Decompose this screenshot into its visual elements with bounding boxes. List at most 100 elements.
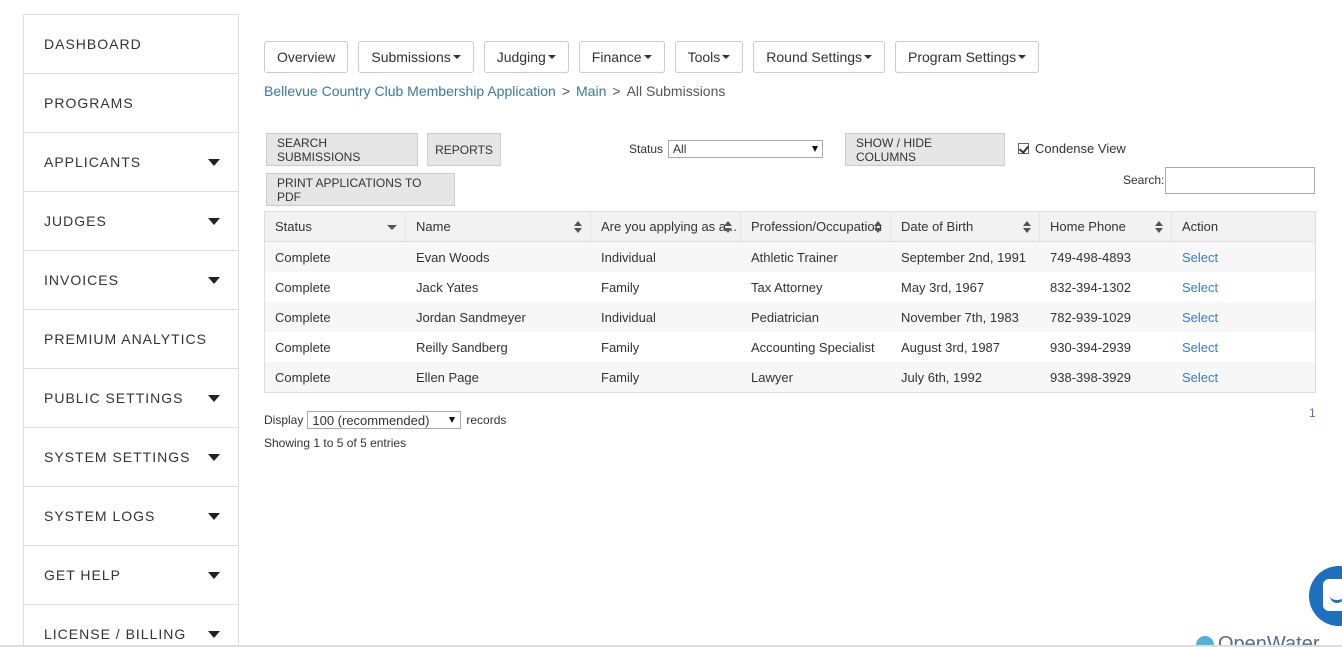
sidebar-item-invoices[interactable]: INVOICES xyxy=(24,251,238,310)
select-link[interactable]: Select xyxy=(1182,280,1218,295)
table-body: Complete Evan Woods Individual Athletic Tra… xyxy=(265,242,1315,392)
sort-icon xyxy=(724,221,732,233)
show-hide-columns-button[interactable]: SHOW / HIDE COLUMNS xyxy=(845,133,1005,166)
column-header-home-phone[interactable]: Home Phone xyxy=(1040,212,1172,241)
reports-button[interactable]: REPORTS xyxy=(427,133,501,166)
breadcrumb: Bellevue Country Club Membership Applica… xyxy=(264,83,726,99)
caret-down-icon xyxy=(208,571,220,579)
table-cell: 832-394-1302 xyxy=(1050,279,1131,295)
caret-down-icon xyxy=(1018,55,1027,59)
sidebar-item-dashboard[interactable]: DASHBOARD xyxy=(24,15,238,74)
select-link[interactable]: Select xyxy=(1182,310,1218,325)
table-cell: November 7th, 1983 xyxy=(901,309,1019,325)
column-header-applying-as[interactable]: Are you applying as a... xyxy=(591,212,741,241)
condense-view-checkbox[interactable] xyxy=(1018,143,1029,154)
table-cell: 782-939-1029 xyxy=(1050,309,1131,325)
sidebar-item-license-billing[interactable]: LICENSE / BILLING xyxy=(24,605,238,647)
select-link[interactable]: Select xyxy=(1182,250,1218,265)
table-row: Complete Evan Woods Individual Athletic Tra… xyxy=(265,242,1315,272)
caret-down-icon xyxy=(208,217,220,225)
round-settings-menu-button[interactable]: Round Settings xyxy=(753,41,886,73)
sort-icon xyxy=(1023,221,1031,233)
sidebar-item-system-logs[interactable]: SYSTEM LOGS xyxy=(24,487,238,546)
sidebar-item-get-help[interactable]: GET HELP xyxy=(24,546,238,605)
caret-down-icon xyxy=(208,453,220,461)
table-row: Complete Jordan Sandmeyer Individual Pediat… xyxy=(265,302,1315,332)
tools-menu-button[interactable]: Tools xyxy=(674,41,744,73)
caret-down-icon xyxy=(208,394,220,402)
table-header: Status Name Are you applying as a... Pro… xyxy=(265,212,1315,242)
table-cell: Family xyxy=(601,279,640,295)
display-length-select[interactable]: 100 (recommended) xyxy=(307,411,462,429)
table-cell: Pediatrician xyxy=(751,309,819,325)
table-cell: Athletic Trainer xyxy=(751,249,838,265)
select-link[interactable]: Select xyxy=(1182,340,1218,355)
table-cell: 938-398-3929 xyxy=(1050,369,1131,385)
program-settings-menu-button[interactable]: Program Settings xyxy=(895,41,1040,73)
sidebar-item-judges[interactable]: JUDGES xyxy=(24,192,238,251)
sidebar-item-label: SYSTEM SETTINGS xyxy=(44,449,191,465)
search-submissions-button[interactable]: SEARCH SUBMISSIONS xyxy=(266,133,418,166)
sidebar-item-programs[interactable]: PROGRAMS xyxy=(24,74,238,133)
sidebar-item-label: LICENSE / BILLING xyxy=(44,626,187,642)
table-cell: Jordan Sandmeyer xyxy=(416,309,526,325)
caret-down-icon xyxy=(722,55,731,59)
status-label: Status xyxy=(629,142,664,156)
print-applications-pdf-button[interactable]: PRINT APPLICATIONS TO PDF xyxy=(266,173,455,206)
table-row: Complete Ellen Page Family Lawyer July 6th, … xyxy=(265,362,1315,392)
records-label: records xyxy=(466,413,507,427)
column-header-status[interactable]: Status xyxy=(265,212,406,241)
sidebar-item-label: PREMIUM ANALYTICS xyxy=(44,331,207,347)
sidebar-item-public-settings[interactable]: PUBLIC SETTINGS xyxy=(24,369,238,428)
finance-menu-button[interactable]: Finance xyxy=(578,41,665,73)
top-nav: Overview Submissions Judging Finance Too… xyxy=(264,41,1040,73)
table-cell: Evan Woods xyxy=(416,249,490,265)
table-cell: 930-394-2939 xyxy=(1050,339,1131,355)
breadcrumb-current: All Submissions xyxy=(626,83,726,99)
column-header-name[interactable]: Name xyxy=(406,212,591,241)
condense-view-toggle[interactable]: Condense View xyxy=(1018,141,1126,156)
sidebar-item-label: PROGRAMS xyxy=(44,95,134,111)
table-cell: Individual xyxy=(601,249,656,265)
display-length: Display 100 (recommended) records xyxy=(264,411,506,429)
breadcrumb-program-link[interactable]: Bellevue Country Club Membership Applica… xyxy=(264,83,556,99)
caret-down-icon xyxy=(643,55,652,59)
table-cell: Tax Attorney xyxy=(751,279,823,295)
table-row: Complete Reilly Sandberg Family Accounting … xyxy=(265,332,1315,362)
sidebar-item-label: APPLICANTS xyxy=(44,154,142,170)
table-cell: Complete xyxy=(275,339,331,355)
table-search-input[interactable] xyxy=(1165,167,1315,194)
column-header-date-of-birth[interactable]: Date of Birth xyxy=(891,212,1040,241)
chat-launcher-button[interactable] xyxy=(1309,566,1342,626)
caret-down-icon xyxy=(208,512,220,520)
caret-down-icon xyxy=(208,158,220,166)
showing-entries-info: Showing 1 to 5 of 5 entries xyxy=(264,436,407,450)
sort-icon xyxy=(1155,221,1163,233)
judging-menu-button[interactable]: Judging xyxy=(483,41,569,73)
column-header-action: Action xyxy=(1182,219,1219,234)
sidebar-item-label: DASHBOARD xyxy=(44,36,142,52)
search-label: Search: xyxy=(1123,173,1165,187)
column-header-profession[interactable]: Profession/Occupation xyxy=(741,212,891,241)
overview-button[interactable]: Overview xyxy=(264,41,349,73)
sidebar-item-system-settings[interactable]: SYSTEM SETTINGS xyxy=(24,428,238,487)
sidebar-item-premium-analytics[interactable]: PREMIUM ANALYTICS xyxy=(24,310,238,369)
table-cell: Lawyer xyxy=(751,369,793,385)
table-cell: Select xyxy=(1172,280,1315,295)
sidebar-item-label: GET HELP xyxy=(44,567,121,583)
status-select[interactable]: All xyxy=(668,140,824,158)
pagination-page-1[interactable]: 1 xyxy=(1309,406,1316,420)
sidebar-item-applicants[interactable]: APPLICANTS xyxy=(24,133,238,192)
table-cell: Complete xyxy=(275,249,331,265)
table-cell: Select xyxy=(1172,250,1315,265)
submissions-menu-button[interactable]: Submissions xyxy=(358,41,474,73)
select-arrow-icon xyxy=(812,146,819,152)
table-cell: Complete xyxy=(275,369,331,385)
breadcrumb-round-link[interactable]: Main xyxy=(576,83,606,99)
caret-down-icon xyxy=(452,55,461,59)
table-cell: Reilly Sandberg xyxy=(416,339,508,355)
table-cell: Jack Yates xyxy=(416,279,479,295)
select-arrow-icon xyxy=(449,417,456,423)
table-cell: Select xyxy=(1172,340,1315,355)
select-link[interactable]: Select xyxy=(1182,370,1218,385)
